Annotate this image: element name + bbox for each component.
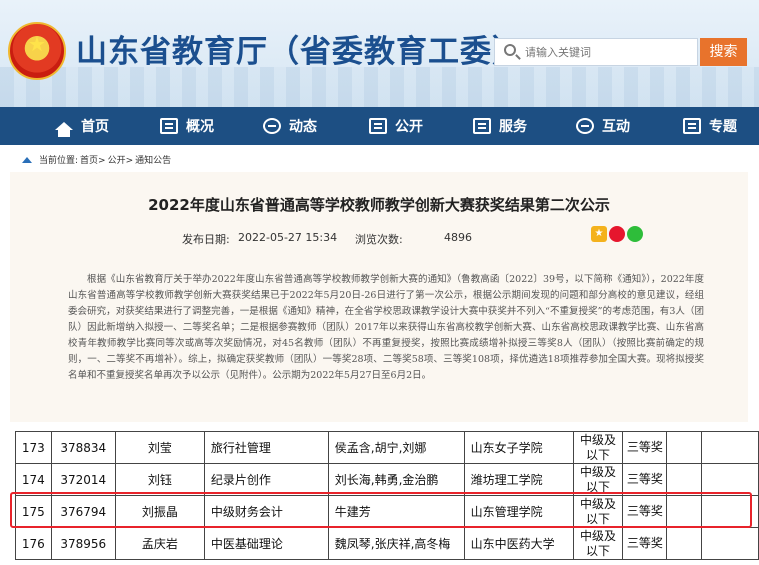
nav-item-service[interactable]: 服务 (473, 107, 527, 145)
nav-item-overview[interactable]: 概况 (160, 107, 214, 145)
table-cell: 三等奖 (622, 431, 668, 464)
article-body: 根据《山东省教育厅关于举办2022年度山东省普通高等学校教师教学创新大赛的通知》… (68, 274, 704, 381)
table-cell: 175 (15, 495, 52, 528)
breadcrumb-notice[interactable]: 通知公告 (135, 153, 171, 166)
table-cell (700, 431, 759, 464)
header-skyline (0, 67, 759, 107)
table-cell (666, 431, 702, 464)
table-cell: 潍坊理工学院 (463, 463, 574, 496)
location-icon (22, 156, 32, 163)
book-icon (369, 118, 387, 134)
breadcrumb: 当前位置: 首页> 公开> 通知公告 (22, 153, 171, 166)
nav-label: 互动 (602, 119, 630, 135)
table-cell: 三等奖 (622, 463, 668, 496)
table-cell: 376794 (50, 495, 116, 528)
site-header: ★ 山东省教育厅（省委教育工委） 搜索 (0, 0, 759, 107)
table-cell: 山东中医药大学 (463, 527, 574, 560)
table-cell: 刘长海,韩勇,金治鹏 (327, 463, 465, 496)
article-panel: 2022年度山东省普通高等学校教师教学创新大赛获奖结果第二次公示 发布日期: 2… (10, 172, 748, 422)
nav-label: 服务 (499, 119, 527, 135)
table-cell: 三等奖 (622, 527, 668, 560)
table-cell: 中级及以下 (572, 463, 624, 496)
search-icon (504, 44, 516, 56)
search-button[interactable]: 搜索 (700, 38, 747, 66)
breadcrumb-prefix: 当前位置: (39, 156, 79, 166)
table-cell: 旅行社管理 (203, 431, 329, 464)
table-cell: 牛建芳 (327, 495, 465, 528)
breadcrumb-public[interactable]: 公开> (108, 153, 134, 166)
news-icon (263, 118, 281, 134)
table-cell (700, 527, 759, 560)
views-label: 浏览次数: (355, 233, 403, 246)
award-table: 173 378834 刘莹 旅行社管理 侯孟含,胡宁,刘娜 山东女子学院 中级及… (15, 431, 759, 560)
qzone-share-icon[interactable]: ★ (591, 226, 607, 242)
breadcrumb-home[interactable]: 首页> (80, 153, 106, 166)
table-cell: 山东管理学院 (463, 495, 574, 528)
search-box[interactable] (494, 38, 698, 66)
table-cell: 174 (15, 463, 52, 496)
nav-item-news[interactable]: 动态 (263, 107, 317, 145)
views-count: 4896 (444, 231, 472, 244)
nav-label: 动态 (289, 119, 317, 135)
table-cell: 山东女子学院 (463, 431, 574, 464)
table-cell: 刘莹 (114, 431, 205, 464)
table-cell: 孟庆岩 (114, 527, 205, 560)
main-nav: 首页 概况 动态 公开 服务 互动 专题 (0, 107, 759, 145)
home-icon (55, 122, 73, 137)
weibo-share-icon[interactable] (609, 226, 625, 242)
nav-label: 首页 (81, 119, 109, 135)
overview-icon (160, 118, 178, 134)
nav-label: 概况 (186, 119, 214, 135)
nav-label: 专题 (709, 119, 737, 135)
table-cell (700, 463, 759, 496)
nav-label: 公开 (395, 119, 423, 135)
table-cell: 378834 (50, 431, 116, 464)
site-title[interactable]: 山东省教育厅（省委教育工委） (76, 26, 524, 71)
table-cell (700, 495, 759, 528)
nav-item-interact[interactable]: 互动 (576, 107, 630, 145)
wechat-share-icon[interactable] (627, 226, 643, 242)
table-cell (666, 463, 702, 496)
table-row-highlighted: 175 376794 刘振晶 中级财务会计 牛建芳 山东管理学院 中级及以下 三… (15, 495, 759, 528)
publish-date: 2022-05-27 15:34 (238, 231, 338, 244)
table-cell: 378956 (50, 527, 116, 560)
nav-item-home[interactable]: 首页 (55, 107, 109, 145)
topic-icon (683, 118, 701, 134)
table-cell: 中级及以下 (572, 495, 624, 528)
table-cell: 中级财务会计 (203, 495, 329, 528)
table-cell: 侯孟含,胡宁,刘娜 (327, 431, 465, 464)
table-cell: 刘钰 (114, 463, 205, 496)
table-cell: 173 (15, 431, 52, 464)
nav-item-public[interactable]: 公开 (369, 107, 423, 145)
article-title: 2022年度山东省普通高等学校教师教学创新大赛获奖结果第二次公示 (148, 196, 610, 214)
table-row: 174 372014 刘钰 纪录片创作 刘长海,韩勇,金治鹏 潍坊理工学院 中级… (15, 463, 759, 496)
table-cell (666, 527, 702, 560)
chat-icon (576, 118, 594, 134)
search-input[interactable] (525, 43, 690, 62)
table-cell: 中级及以下 (572, 527, 624, 560)
table-cell (666, 495, 702, 528)
table-cell: 魏凤琴,张庆祥,高冬梅 (327, 527, 465, 560)
table-cell: 176 (15, 527, 52, 560)
table-cell: 纪录片创作 (203, 463, 329, 496)
national-emblem-icon: ★ (8, 22, 66, 80)
table-cell: 刘振晶 (114, 495, 205, 528)
table-cell: 372014 (50, 463, 116, 496)
publish-label: 发布日期: (182, 233, 230, 246)
table-row: 173 378834 刘莹 旅行社管理 侯孟含,胡宁,刘娜 山东女子学院 中级及… (15, 431, 759, 464)
table-cell: 三等奖 (622, 495, 668, 528)
table-row: 176 378956 孟庆岩 中医基础理论 魏凤琴,张庆祥,高冬梅 山东中医药大… (15, 527, 759, 560)
table-cell: 中级及以下 (572, 431, 624, 464)
nav-item-topic[interactable]: 专题 (683, 107, 737, 145)
share-buttons: ★ (591, 226, 643, 242)
table-cell: 中医基础理论 (203, 527, 329, 560)
service-icon (473, 118, 491, 134)
